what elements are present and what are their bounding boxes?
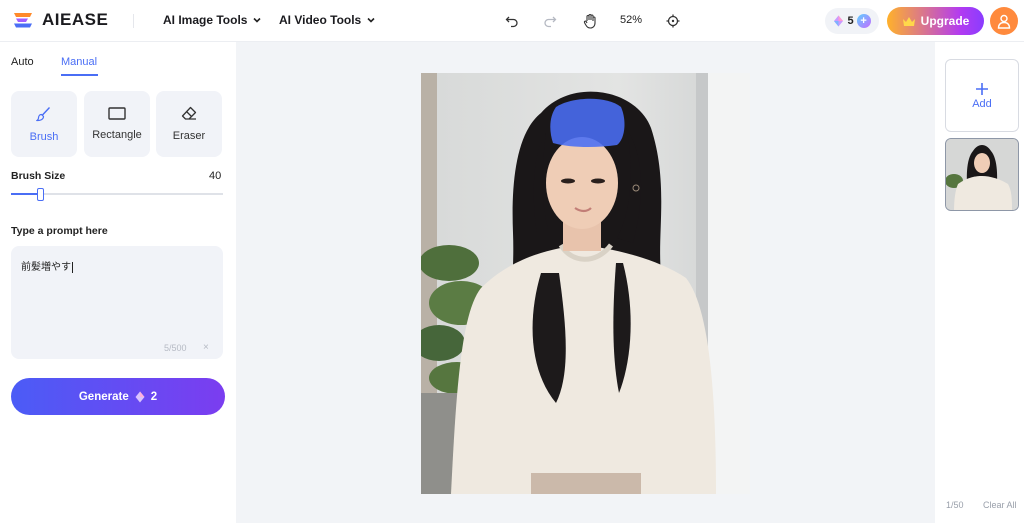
top-bar: AIEASE AI Image Tools AI Video Tools 52%… [0,0,1024,42]
tab-auto[interactable]: Auto [11,56,34,68]
eraser-tool-label: Eraser [172,130,206,142]
nav-ai-image-tools[interactable]: AI Image Tools [163,13,262,27]
generate-cost: 2 [150,390,158,403]
brush-size-value: 40 [209,170,222,182]
divider [133,14,134,28]
page-count: 1/50 [946,500,964,510]
prompt-value: 前髪増やす [21,262,71,273]
zoom-level[interactable]: 52% [620,14,642,26]
right-panel: Add 1/50 Clear All [935,42,1024,523]
upgrade-button[interactable]: Upgrade [887,7,984,35]
credits-count: 5 [847,15,854,27]
edit-canvas-image[interactable] [421,73,750,494]
nav-ai-video-tools-label: AI Video Tools [279,13,362,27]
rectangle-tool-button[interactable]: Rectangle [84,91,150,157]
add-label: Add [972,97,992,110]
rectangle-tool-label: Rectangle [92,129,142,141]
prompt-clear-button[interactable]: × [203,342,209,353]
brand-name: AIEASE [42,10,109,29]
brush-size-slider-thumb[interactable] [37,188,44,201]
add-credits-icon[interactable]: + [856,14,871,28]
undo-button[interactable] [503,12,521,30]
crown-icon [902,16,915,26]
user-icon [997,14,1011,29]
prompt-text-wrap: 前髪増やす [21,258,73,273]
prompt-input[interactable]: 前髪増やす 5/500 × [11,246,223,359]
thumbnail-portrait [946,139,1018,210]
brush-size-label: Brush Size [11,170,66,182]
logo-icon [14,13,32,28]
nav-ai-image-tools-label: AI Image Tools [163,13,248,27]
chevron-down-icon [253,17,262,23]
undo-icon [505,16,518,28]
image-thumbnail[interactable] [945,138,1019,211]
brand-logo[interactable]: AIEASE [12,10,108,30]
credits-badge[interactable]: 5 + [825,8,879,34]
chevron-down-icon [367,17,375,23]
crosshair-icon [666,14,680,28]
tab-manual[interactable]: Manual [61,56,97,68]
clear-all-button[interactable]: Clear All [983,500,1017,510]
add-image-button[interactable]: Add [945,59,1019,132]
redo-icon [544,16,557,28]
left-panel: Auto Manual Brush Rectangle Eraser Brush… [0,42,236,523]
portrait-photo [421,73,750,494]
upgrade-label: Upgrade [920,14,970,28]
eraser-icon [181,106,197,120]
redo-button[interactable] [541,12,559,30]
active-tab-indicator [61,74,98,76]
user-avatar[interactable] [990,7,1018,35]
eraser-tool-button[interactable]: Eraser [156,91,222,157]
generate-label: Generate [78,390,129,403]
brush-tool-label: Brush [29,130,59,143]
generate-button[interactable]: Generate 2 [11,378,225,415]
text-caret [72,261,73,273]
brush-icon [36,106,51,121]
nav-ai-video-tools[interactable]: AI Video Tools [279,13,376,27]
gem-icon [834,15,844,27]
brush-mask-stroke [550,98,625,148]
rectangle-icon [108,107,126,120]
plus-icon [976,82,988,95]
prompt-label: Type a prompt here [11,225,108,237]
brush-tool-button[interactable]: Brush [11,91,77,157]
pan-hand-button[interactable] [581,12,599,30]
brush-size-slider-fill [11,193,40,195]
gem-icon [135,391,145,402]
prompt-char-count: 5/500 [164,343,187,353]
hand-icon [583,13,596,29]
fit-to-screen-button[interactable] [664,12,682,30]
